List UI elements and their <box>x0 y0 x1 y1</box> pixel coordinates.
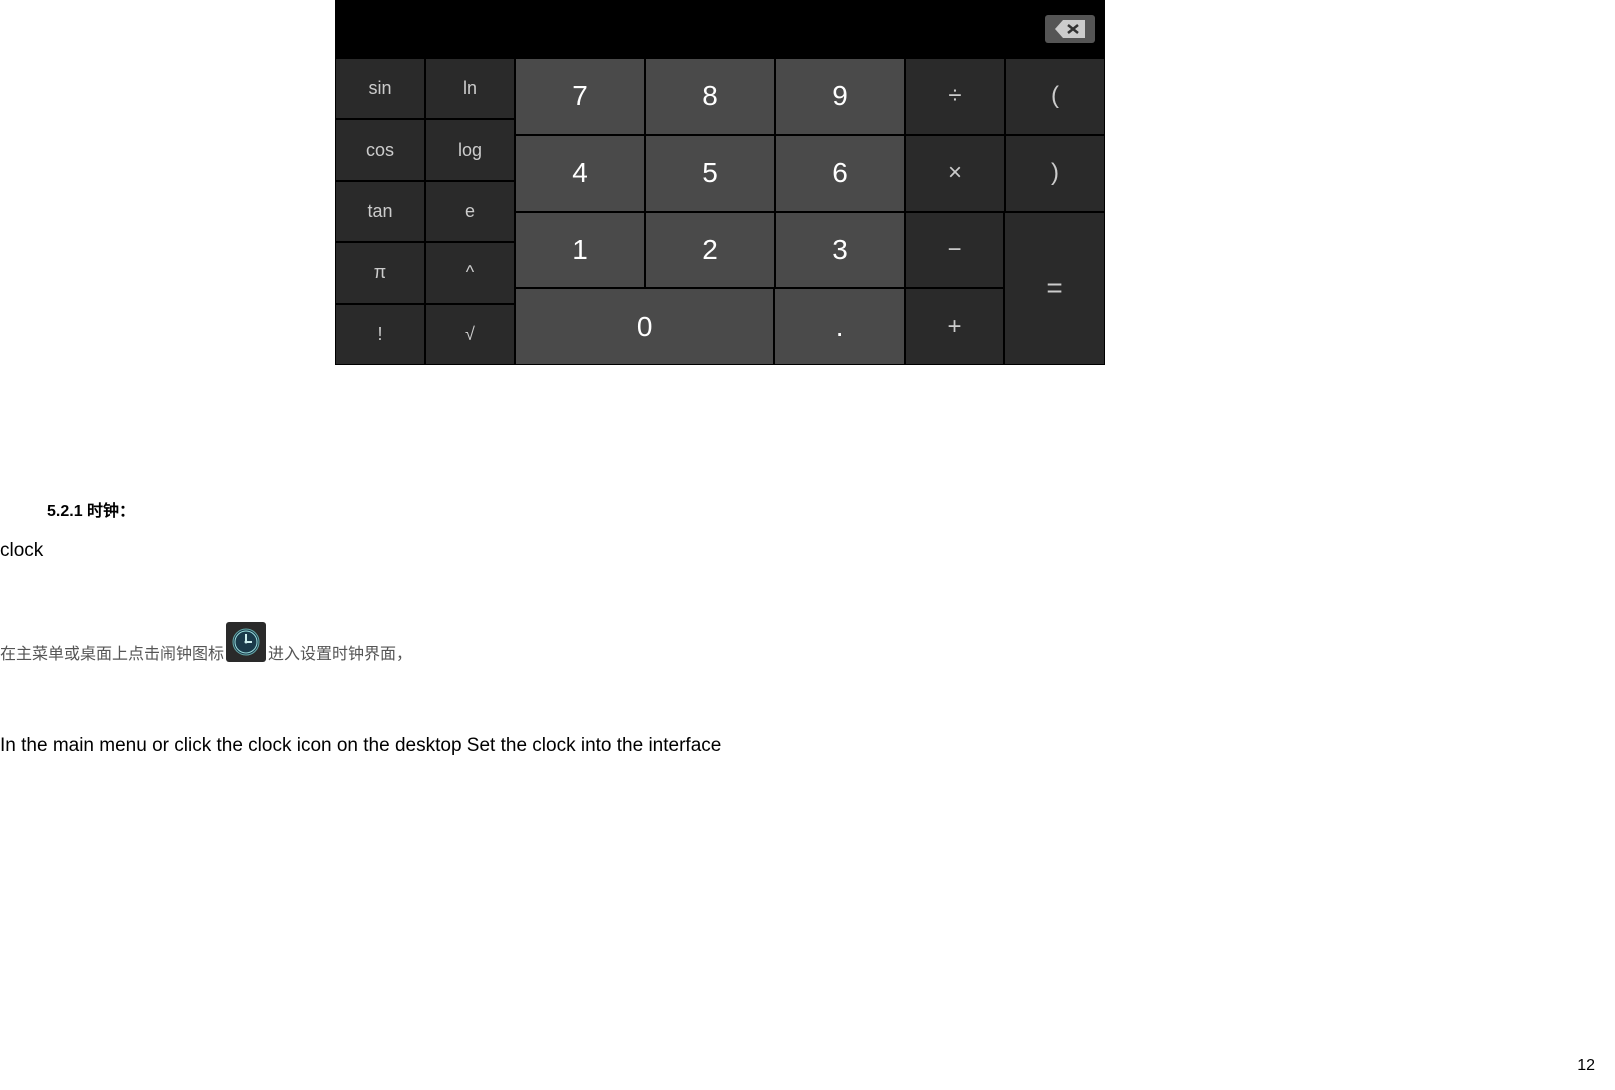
key-6[interactable]: 6 <box>775 135 905 212</box>
sin-key[interactable]: sin <box>335 58 425 119</box>
equals-key[interactable]: = <box>1004 212 1105 366</box>
cn-text-after: 进入设置时钟界面， <box>268 640 412 664</box>
calculator-display <box>335 0 1105 58</box>
multiply-key[interactable]: × <box>905 135 1005 212</box>
key-4[interactable]: 4 <box>515 135 645 212</box>
key-8[interactable]: 8 <box>645 58 775 135</box>
caret-key[interactable]: ^ <box>425 242 515 303</box>
function-keys-column: sin ln cos log tan e π ^ ! √ <box>335 58 515 365</box>
section-number: 5.2.1 <box>47 503 83 520</box>
key-5[interactable]: 5 <box>645 135 775 212</box>
key-dot[interactable]: . <box>774 288 905 365</box>
section-title-en: clock <box>0 540 43 562</box>
log-key[interactable]: log <box>425 119 515 180</box>
sqrt-key[interactable]: √ <box>425 304 515 365</box>
plus-key[interactable]: + <box>905 288 1004 365</box>
key-3[interactable]: 3 <box>775 212 905 289</box>
open-paren-key[interactable]: ( <box>1005 58 1105 135</box>
close-paren-key[interactable]: ) <box>1005 135 1105 212</box>
key-1[interactable]: 1 <box>515 212 645 289</box>
key-2[interactable]: 2 <box>645 212 775 289</box>
calculator-screenshot: sin ln cos log tan e π ^ ! √ 7 8 <box>335 0 1105 365</box>
e-key[interactable]: e <box>425 181 515 242</box>
tan-key[interactable]: tan <box>335 181 425 242</box>
chinese-instruction: 在主菜单或桌面上点击闹钟图标 进入设置时钟界面， <box>0 632 412 672</box>
calculator-keypad: sin ln cos log tan e π ^ ! √ 7 8 <box>335 58 1105 365</box>
key-9[interactable]: 9 <box>775 58 905 135</box>
section-title-cn: 时钟： <box>87 503 135 520</box>
page-number: 12 <box>1577 1057 1595 1075</box>
section-heading: 5.2.1 时钟： <box>47 497 135 521</box>
backspace-icon <box>1055 20 1085 38</box>
cn-text-before: 在主菜单或桌面上点击闹钟图标 <box>0 640 224 664</box>
divide-key[interactable]: ÷ <box>905 58 1005 135</box>
pi-key[interactable]: π <box>335 242 425 303</box>
ln-key[interactable]: ln <box>425 58 515 119</box>
operator-keys-column: ÷ ( × ) − + = <box>905 58 1105 365</box>
key-7[interactable]: 7 <box>515 58 645 135</box>
cos-key[interactable]: cos <box>335 119 425 180</box>
backspace-button[interactable] <box>1045 15 1095 43</box>
key-0[interactable]: 0 <box>515 288 774 365</box>
clock-icon <box>226 622 266 662</box>
english-instruction: In the main menu or click the clock icon… <box>0 735 721 757</box>
factorial-key[interactable]: ! <box>335 304 425 365</box>
number-keys-column: 7 8 9 4 5 6 1 2 3 0 . <box>515 58 905 365</box>
minus-key[interactable]: − <box>905 212 1004 289</box>
